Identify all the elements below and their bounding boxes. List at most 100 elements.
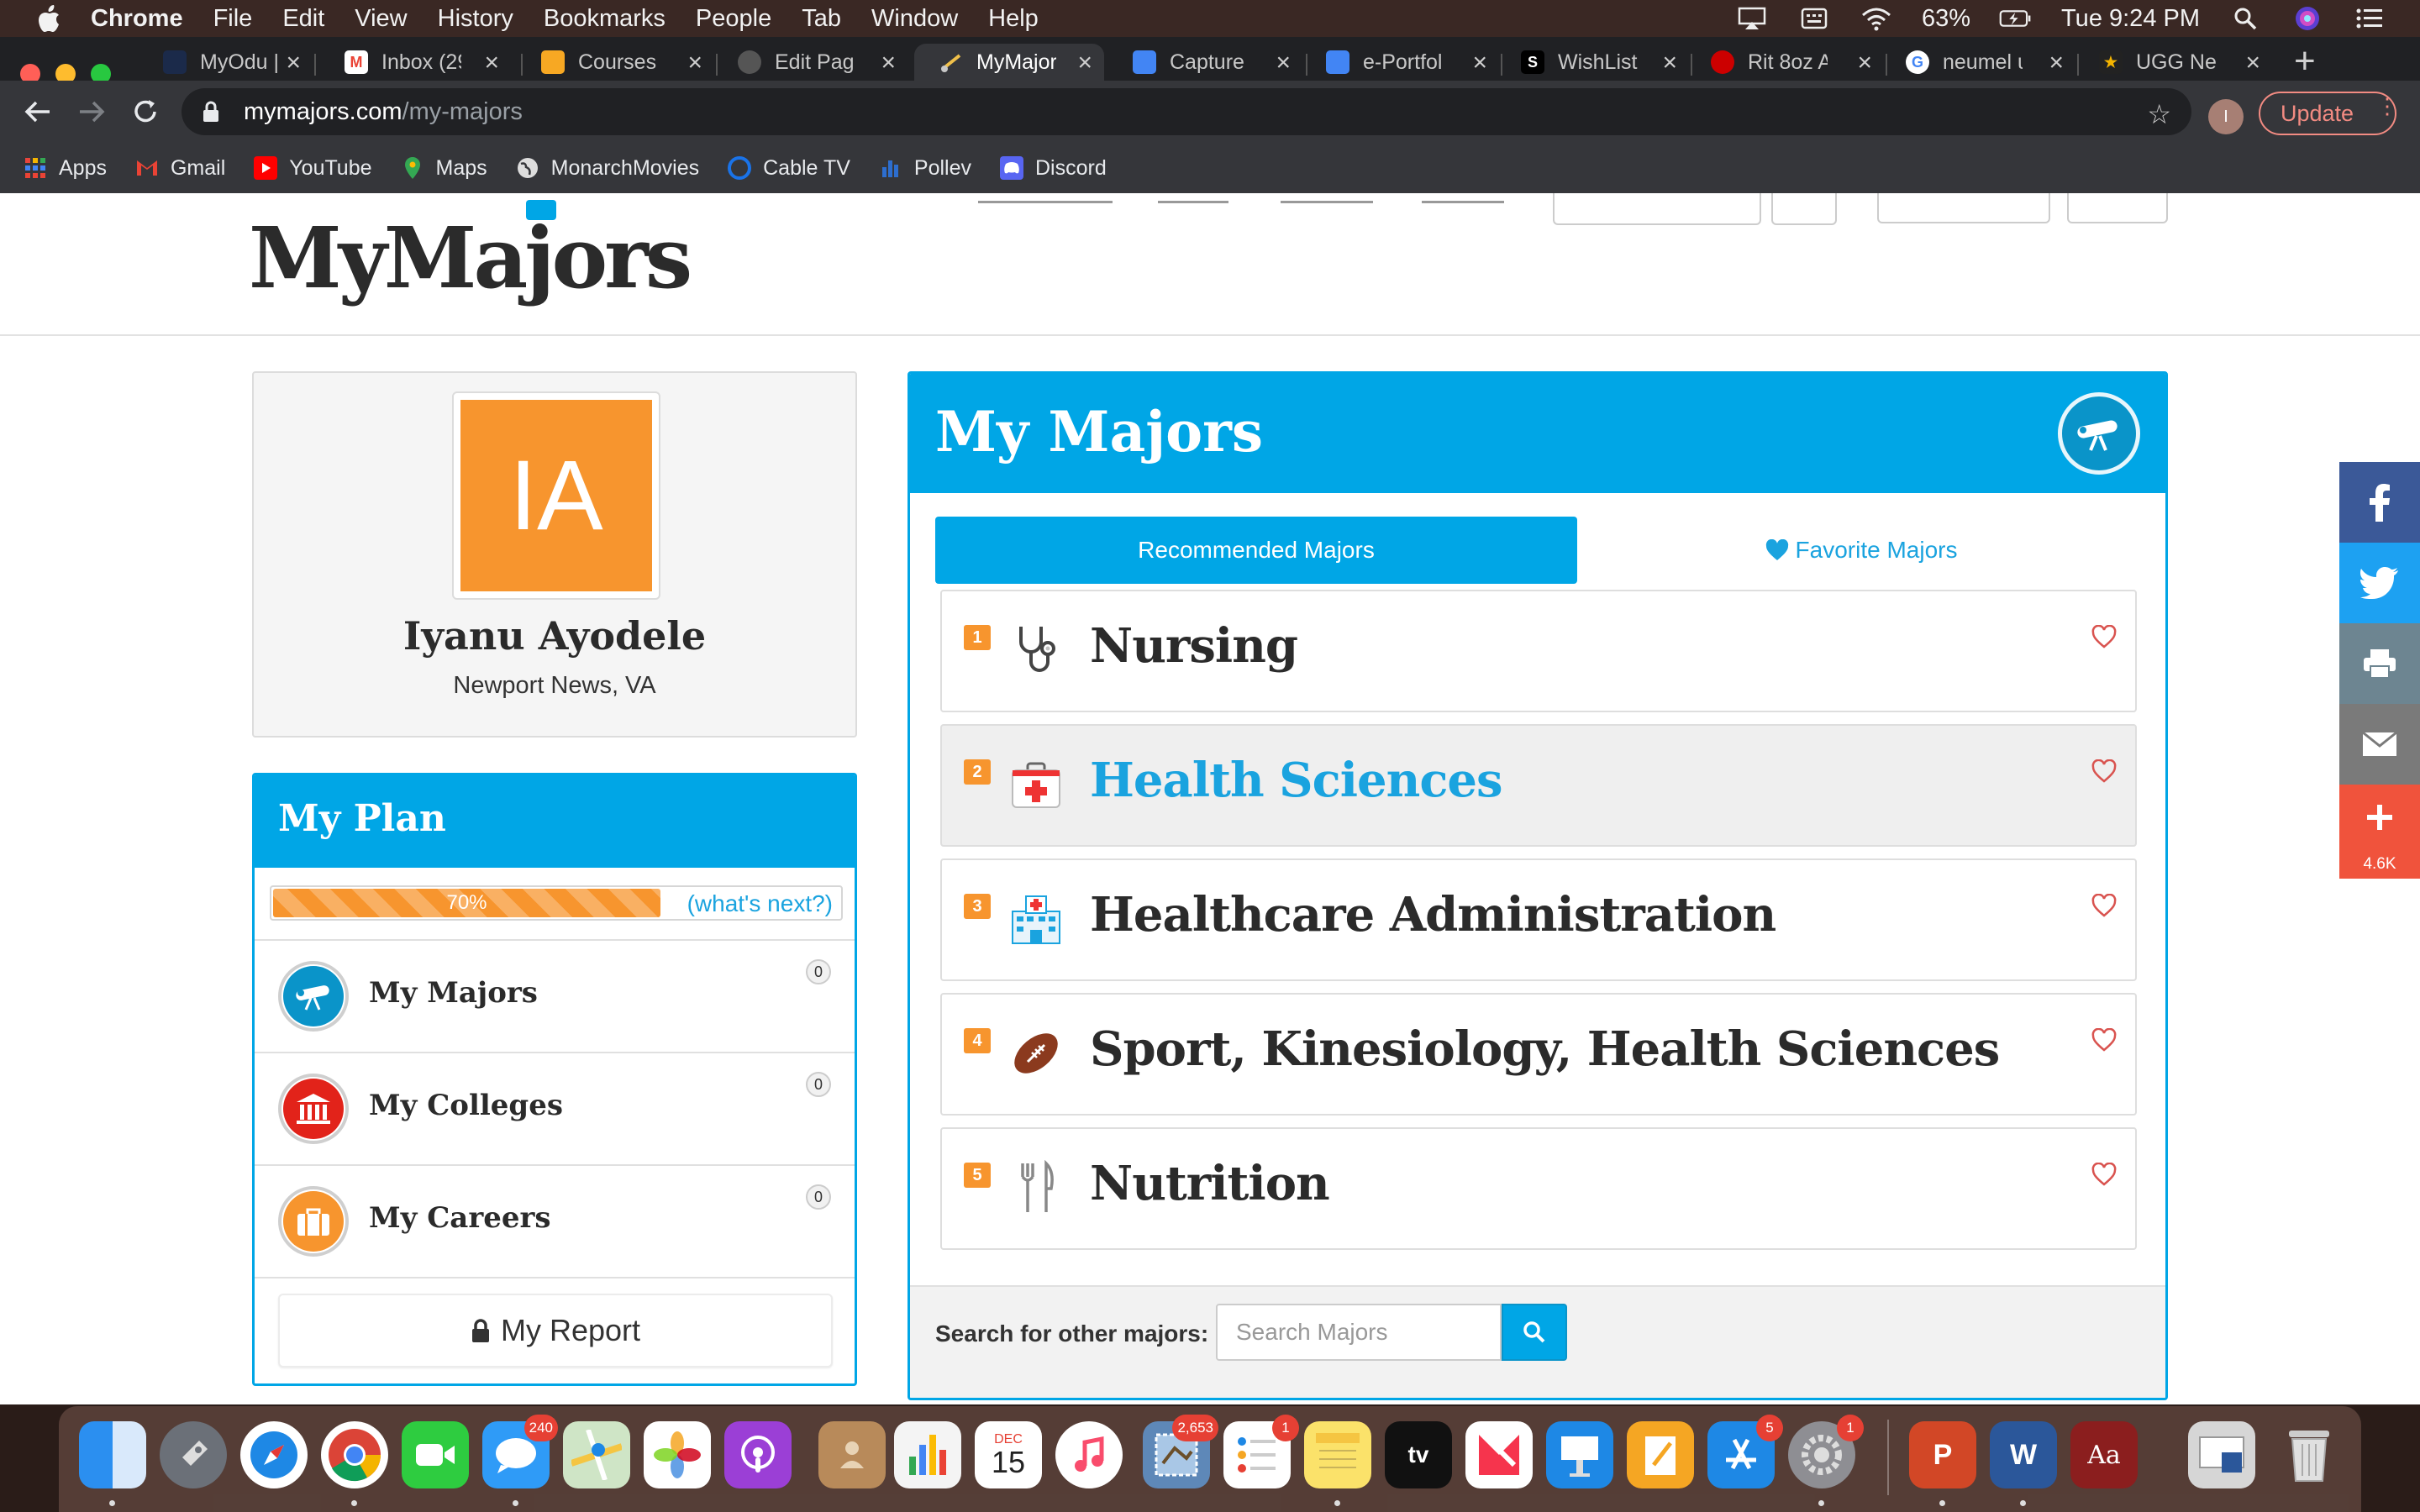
search-majors-input[interactable]	[1216, 1304, 1502, 1361]
trash-icon[interactable]	[2275, 1421, 2343, 1488]
apple-tv-icon[interactable]: tv	[1385, 1421, 1452, 1488]
podcasts-icon[interactable]	[724, 1421, 792, 1488]
tab-close-icon[interactable]: ×	[1077, 49, 1092, 77]
powerpoint-icon[interactable]: P	[1909, 1421, 1976, 1488]
major-name[interactable]: Nutrition	[1090, 1156, 1330, 1211]
menu-app-name[interactable]: Chrome	[91, 5, 183, 33]
heart-outline-icon[interactable]	[2091, 1163, 2117, 1186]
header-login-button[interactable]	[2067, 193, 2168, 223]
keynote-podium-icon[interactable]	[1546, 1421, 1613, 1488]
browser-tab-google-search[interactable]: G neumel u ×	[1881, 44, 2075, 81]
major-row-nursing[interactable]: 1 Nursing	[940, 590, 2137, 712]
bookmark-cable-tv[interactable]: Cable TV	[728, 156, 850, 181]
plan-item-my-careers[interactable]: My Careers 0	[255, 1164, 855, 1277]
back-arrow-icon[interactable]	[18, 92, 57, 131]
reload-icon[interactable]	[126, 92, 165, 131]
heart-outline-icon[interactable]	[2091, 1028, 2117, 1052]
menu-window[interactable]: Window	[871, 5, 958, 33]
browser-tab-wishlist[interactable]: S WishList ×	[1496, 44, 1689, 81]
messages-icon[interactable]: 240	[482, 1415, 558, 1488]
tab-favorite-majors[interactable]: Favorite Majors	[1577, 517, 2145, 584]
tab-recommended-majors[interactable]: Recommended Majors	[935, 517, 1577, 584]
bookmark-apps[interactable]: Apps	[24, 156, 107, 181]
mail-stamp-icon[interactable]: 2,653	[1143, 1415, 1218, 1488]
bookmark-pollev[interactable]: Pollev	[879, 156, 971, 181]
new-tab-plus-icon[interactable]: +	[2294, 40, 2316, 82]
finder-icon[interactable]	[79, 1421, 146, 1488]
plan-item-my-majors[interactable]: My Majors 0	[255, 939, 855, 1052]
address-bar[interactable]: mymajors.com /my-majors ☆	[182, 88, 2191, 135]
major-row-sport-kinesiology[interactable]: 4 Sport, Kinesiology, Health Sciences	[940, 993, 2137, 1116]
major-row-healthcare-administration[interactable]: 3 Healthcare Administration	[940, 858, 2137, 981]
bookmark-maps[interactable]: Maps	[401, 156, 487, 181]
major-name[interactable]: Health Sciences	[1090, 753, 1503, 808]
bookmark-youtube[interactable]: YouTube	[254, 156, 372, 181]
menu-bookmarks[interactable]: Bookmarks	[544, 5, 666, 33]
dictionary-icon[interactable]: Aa	[2070, 1421, 2138, 1488]
notification-center-icon[interactable]	[2353, 6, 2386, 31]
whats-next-link[interactable]: (what's next?)	[687, 890, 833, 917]
bookmark-star-icon[interactable]: ☆	[2147, 98, 2171, 130]
nav-link-assessment[interactable]	[978, 193, 1113, 203]
safari-compass-icon[interactable]	[240, 1421, 308, 1488]
bookmark-monarchmovies[interactable]: MonarchMovies	[516, 156, 699, 181]
nav-link-careers[interactable]	[1422, 193, 1504, 203]
contacts-book-icon[interactable]	[818, 1421, 886, 1488]
share-twitter-button[interactable]	[2339, 543, 2420, 623]
browser-tab-eportfolio[interactable]: e-Portfoli ×	[1301, 44, 1499, 81]
photos-icon[interactable]	[644, 1421, 711, 1488]
browser-tab-courses[interactable]: Courses ×	[516, 44, 714, 81]
tab-close-icon[interactable]: ×	[1662, 49, 1677, 77]
word-icon[interactable]: W	[1990, 1421, 2057, 1488]
share-email-button[interactable]	[2339, 704, 2420, 785]
downloads-stack-icon[interactable]	[2188, 1421, 2255, 1488]
profile-avatar-frame[interactable]: IA	[452, 391, 660, 600]
browser-tab-inbox[interactable]: M Inbox (29 ×	[319, 44, 511, 81]
pages-icon[interactable]	[1627, 1421, 1694, 1488]
share-more-button[interactable]: 4.6K	[2339, 785, 2420, 879]
tab-close-icon[interactable]: ×	[881, 49, 896, 77]
launchpad-rocket-icon[interactable]	[160, 1421, 227, 1488]
browser-tab-mymajors[interactable]: MyMajors ×	[914, 44, 1104, 81]
keyboard-viewer-icon[interactable]	[1797, 6, 1831, 31]
music-note-icon[interactable]	[1055, 1421, 1123, 1488]
app-store-icon[interactable]: 5	[1707, 1415, 1783, 1488]
profile-avatar[interactable]: I	[2208, 99, 2244, 134]
header-search-input[interactable]	[1553, 193, 1761, 225]
airplay-icon[interactable]	[1735, 6, 1769, 31]
chrome-update-button[interactable]: Update ⋮	[2259, 92, 2398, 135]
notes-icon[interactable]	[1304, 1421, 1371, 1488]
my-report-button[interactable]: My Report	[278, 1294, 833, 1368]
plan-item-my-colleges[interactable]: My Colleges 0	[255, 1052, 855, 1164]
system-preferences-gear-icon[interactable]: 1	[1788, 1415, 1864, 1488]
browser-tab-ugg[interactable]: ★ UGG Neu ×	[2074, 44, 2272, 81]
reminders-icon[interactable]: 1	[1223, 1415, 1299, 1488]
tab-close-icon[interactable]: ×	[2245, 49, 2260, 77]
browser-tab-myodu[interactable]: MyOdu | ×	[138, 44, 313, 81]
major-row-nutrition[interactable]: 5 Nutrition	[940, 1127, 2137, 1250]
tab-close-icon[interactable]: ×	[1276, 49, 1291, 77]
major-name[interactable]: Nursing	[1090, 618, 1298, 674]
menu-help[interactable]: Help	[988, 5, 1039, 33]
share-print-button[interactable]	[2339, 623, 2420, 704]
numbers-chart-icon[interactable]	[894, 1421, 961, 1488]
kebab-menu-icon[interactable]: ⋮	[2376, 95, 2398, 117]
menubar-clock[interactable]: Tue 9:24 PM	[2061, 5, 2200, 33]
header-account-button[interactable]	[1877, 193, 2050, 223]
tab-close-icon[interactable]: ×	[286, 49, 301, 77]
header-search-button[interactable]	[1771, 193, 1837, 225]
tab-close-icon[interactable]: ×	[2049, 49, 2064, 77]
major-row-health-sciences[interactable]: 2 Health Sciences	[940, 724, 2137, 847]
major-name[interactable]: Sport, Kinesiology, Health Sciences	[1090, 1021, 2000, 1077]
tab-close-icon[interactable]: ×	[687, 49, 702, 77]
calendar-icon[interactable]: DEC 15	[975, 1421, 1042, 1488]
chrome-icon[interactable]	[321, 1421, 388, 1488]
news-icon[interactable]	[1465, 1421, 1533, 1488]
nav-link-majors[interactable]	[1158, 193, 1228, 203]
heart-outline-icon[interactable]	[2091, 894, 2117, 917]
share-facebook-button[interactable]	[2339, 462, 2420, 543]
search-majors-button[interactable]	[1502, 1304, 1567, 1361]
menu-file[interactable]: File	[213, 5, 253, 33]
maps-app-icon[interactable]	[563, 1421, 630, 1488]
battery-charging-icon[interactable]	[1999, 6, 2033, 31]
